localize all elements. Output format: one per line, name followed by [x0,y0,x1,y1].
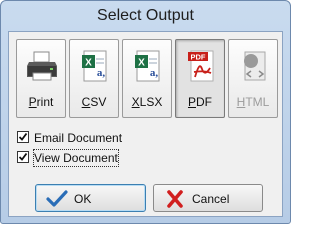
excel-csv-icon: X a, [82,50,107,82]
html-button[interactable]: HTML [228,39,278,118]
csv-label: CSV [81,95,107,109]
print-label: Print [28,95,54,109]
email-document-checkbox[interactable] [17,131,29,143]
cancel-label: Cancel [192,192,230,206]
view-document-checkbox[interactable] [17,151,29,163]
checkmark-icon [18,152,28,161]
checkmark-icon [18,132,28,141]
svg-text:X: X [85,58,92,69]
excel-xlsx-icon: X a, [135,50,160,82]
email-document-label: Email Document [34,131,123,145]
printer-icon [27,51,57,81]
html-document-icon [244,51,266,81]
view-document-label: View Document [33,149,119,167]
svg-text:a,: a, [97,67,106,79]
svg-text:a,: a, [150,67,159,79]
x-mark-icon [167,190,183,208]
html-label: HTML [236,95,270,109]
xlsx-button[interactable]: X a, XLSX [122,39,172,118]
ok-button[interactable]: OK [35,184,146,212]
svg-text:X: X [138,58,145,69]
select-output-dialog: Select Output Print X a, CSV X a, XLSX P… [0,0,291,224]
checkmark-icon [46,190,68,207]
csv-button[interactable]: X a, CSV [69,39,119,118]
pdf-button[interactable]: PDF PDF [175,39,225,118]
cancel-button[interactable]: Cancel [153,184,263,212]
adobe-pdf-icon: PDF [188,50,214,82]
print-button[interactable]: Print [16,39,66,118]
ok-label: OK [74,192,92,206]
dialog-client-area: Print X a, CSV X a, XLSX PDF PDF HTML Em… [8,31,283,217]
dialog-title: Select Output [97,7,194,24]
pdf-label: PDF [187,95,212,109]
xlsx-label: XLSX [131,95,163,109]
svg-text:PDF: PDF [191,53,206,62]
